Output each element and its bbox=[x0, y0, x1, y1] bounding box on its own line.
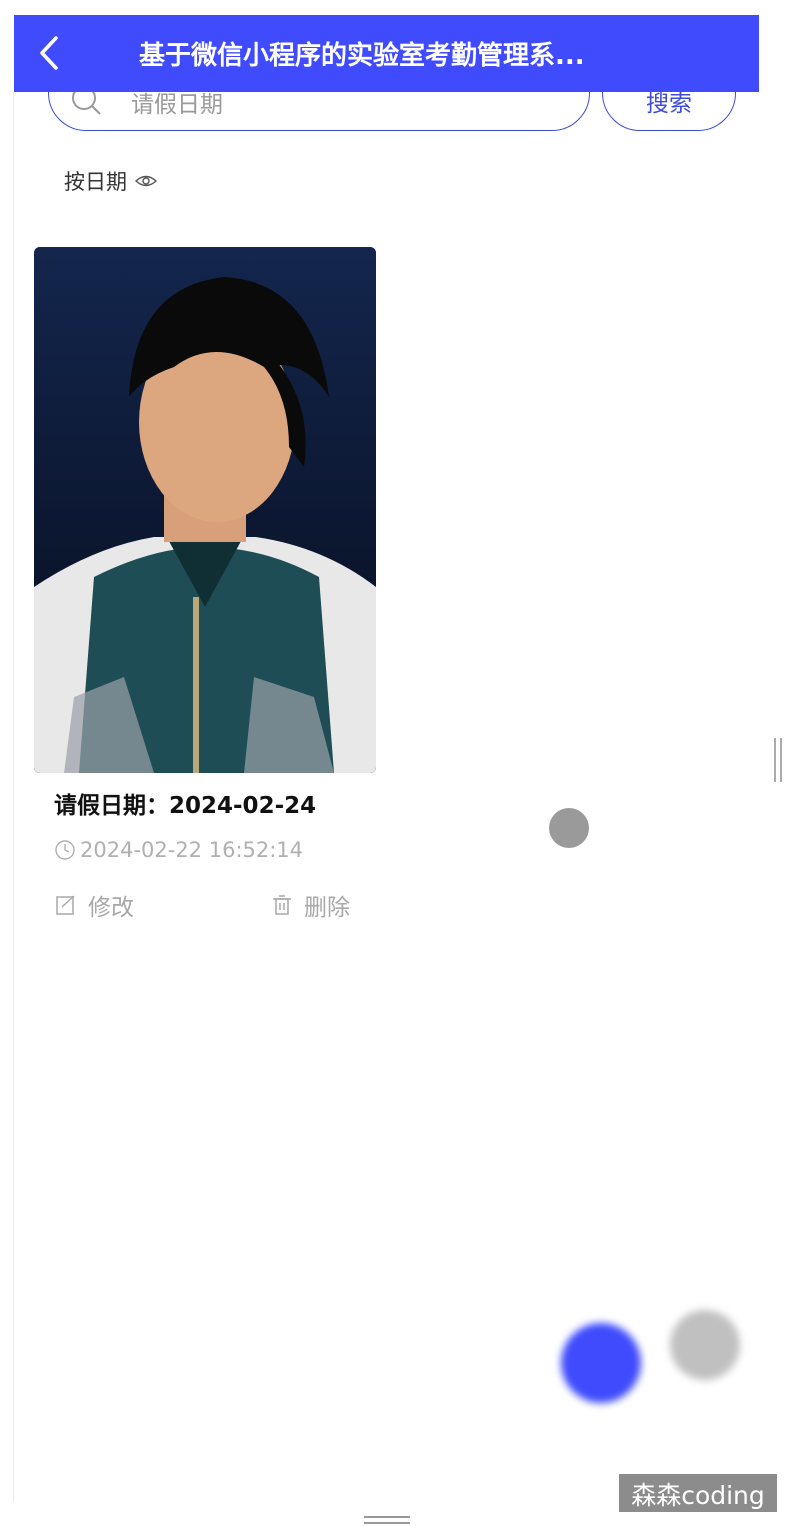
left-divider bbox=[13, 92, 14, 1502]
back-icon[interactable] bbox=[36, 34, 62, 72]
edit-label: 修改 bbox=[88, 895, 134, 921]
edit-icon bbox=[56, 895, 75, 915]
sort-by-date[interactable]: 按日期 bbox=[64, 166, 157, 196]
sort-label: 按日期 bbox=[64, 170, 127, 194]
delete-label: 删除 bbox=[304, 895, 350, 921]
clock-icon bbox=[55, 840, 75, 860]
app-header: 基于微信小程序的实验室考勤管理系... bbox=[14, 15, 759, 92]
search-button-label: 搜索 bbox=[646, 91, 692, 117]
home-indicator bbox=[364, 1516, 410, 1524]
eye-icon bbox=[135, 175, 157, 187]
scroll-handle[interactable] bbox=[773, 738, 783, 782]
card-photo[interactable] bbox=[34, 247, 376, 773]
page-title: 基于微信小程序的实验室考勤管理系... bbox=[139, 41, 585, 71]
touch-indicator bbox=[549, 808, 589, 848]
card-title: 请假日期：2024-02-24 bbox=[54, 793, 317, 819]
timestamp: 2024-02-22 16:52:14 bbox=[80, 838, 304, 862]
card-time: 2024-02-22 16:52:14 bbox=[54, 838, 303, 862]
edit-button[interactable]: 修改 bbox=[54, 888, 134, 922]
top-fab-button[interactable] bbox=[670, 1310, 740, 1380]
delete-button[interactable]: 删除 bbox=[270, 888, 350, 922]
person-photo bbox=[34, 247, 376, 773]
watermark: 森森coding bbox=[619, 1474, 777, 1512]
trash-icon bbox=[273, 895, 291, 915]
add-fab-button[interactable] bbox=[561, 1323, 641, 1403]
